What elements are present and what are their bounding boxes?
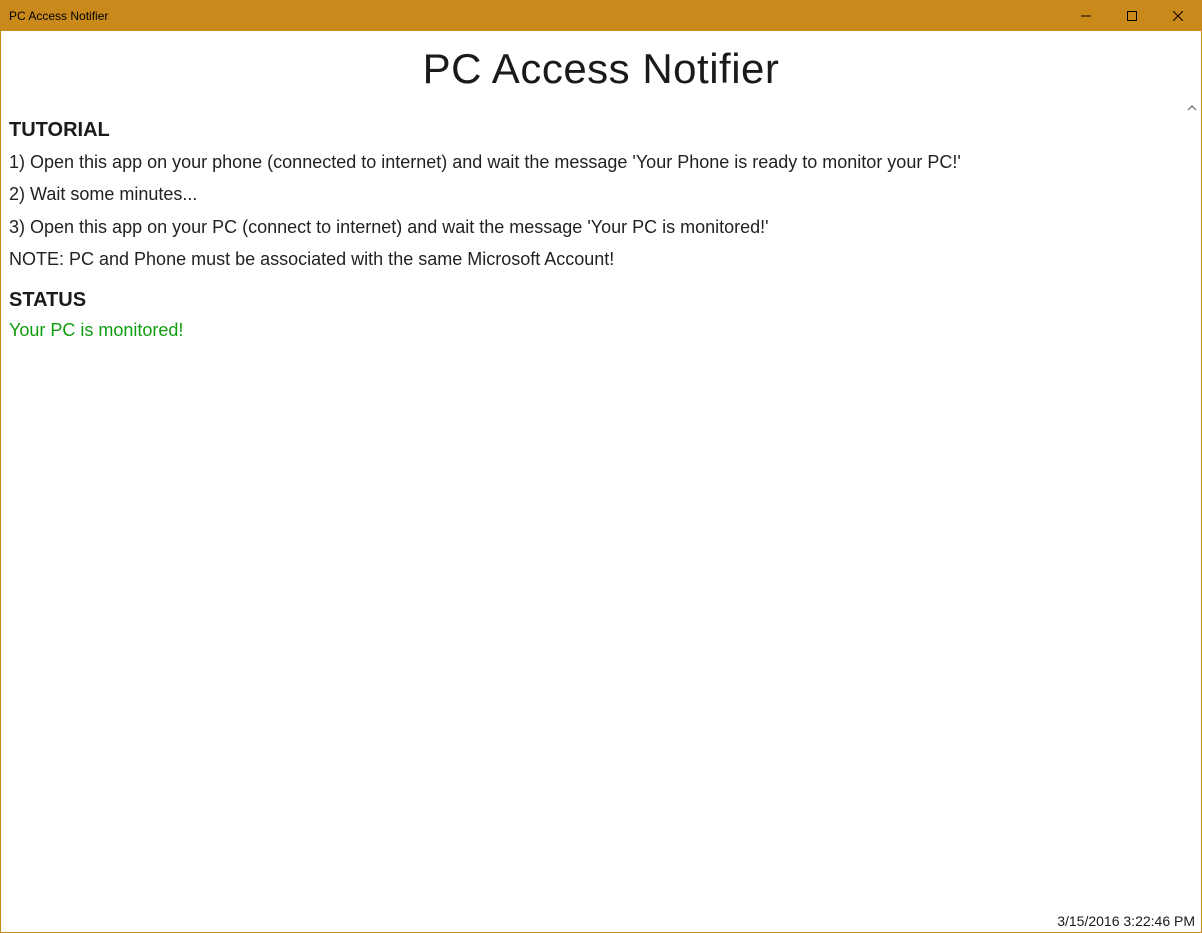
status-message: Your PC is monitored! (9, 320, 1183, 341)
maximize-button[interactable] (1109, 1, 1155, 31)
status-bar: 3/15/2016 3:22:46 PM (1, 912, 1201, 932)
chevron-up-icon (1187, 105, 1197, 111)
window-title: PC Access Notifier (9, 1, 108, 31)
vertical-scrollbar[interactable] (1185, 101, 1199, 912)
page-title: PC Access Notifier (1, 45, 1201, 93)
close-icon (1173, 11, 1183, 21)
minimize-icon (1081, 11, 1091, 21)
window-frame: PC Access Notifier PC Access Notifier TU… (0, 0, 1202, 933)
tutorial-note: NOTE: PC and Phone must be associated wi… (9, 247, 1183, 271)
tutorial-heading: TUTORIAL (9, 119, 1183, 142)
tutorial-step-2: 2) Wait some minutes... (9, 182, 1183, 206)
minimize-button[interactable] (1063, 1, 1109, 31)
status-heading: STATUS (9, 289, 1183, 312)
titlebar[interactable]: PC Access Notifier (1, 1, 1201, 31)
maximize-icon (1127, 11, 1137, 21)
content-wrap: TUTORIAL 1) Open this app on your phone … (1, 101, 1201, 912)
scroll-up-button[interactable] (1185, 101, 1199, 115)
status-datetime: 3/15/2016 3:22:46 PM (1057, 913, 1195, 929)
client-area: PC Access Notifier TUTORIAL 1) Open this… (1, 31, 1201, 932)
tutorial-step-1: 1) Open this app on your phone (connecte… (9, 150, 1183, 174)
window-controls (1063, 1, 1201, 31)
tutorial-step-3: 3) Open this app on your PC (connect to … (9, 215, 1183, 239)
content-scroll[interactable]: TUTORIAL 1) Open this app on your phone … (9, 101, 1183, 912)
close-button[interactable] (1155, 1, 1201, 31)
